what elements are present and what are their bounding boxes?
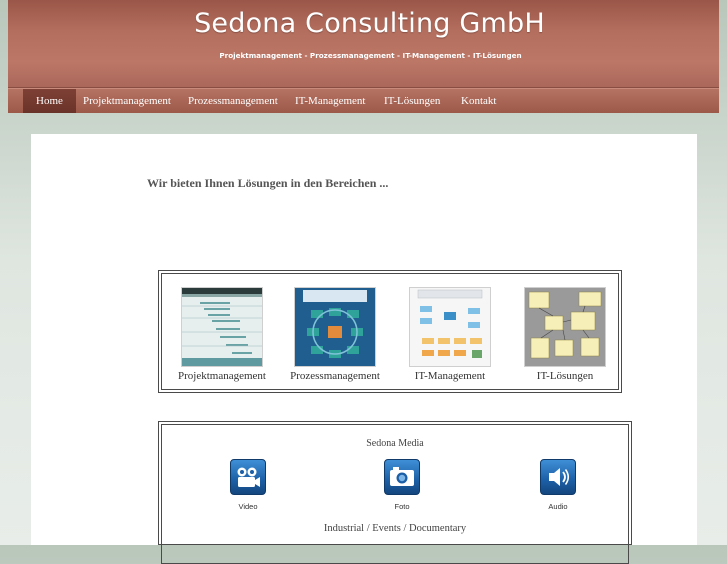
main-nav: Home Projektmanagement Prozessmanagement…: [8, 88, 719, 113]
media-title: Sedona Media: [366, 438, 424, 449]
nav-item-prozessmanagement[interactable]: Prozessmanagement: [188, 89, 278, 113]
service-prozessmanagement[interactable]: Prozessmanagement: [285, 287, 385, 382]
media-label: Video: [238, 502, 258, 511]
site-tagline: Projektmanagement - Prozessmanagement - …: [219, 51, 522, 60]
flowchart-thumbnail[interactable]: [409, 287, 491, 367]
media-audio[interactable]: Audio: [528, 459, 588, 511]
video-camera-icon[interactable]: [230, 459, 266, 495]
service-it-management[interactable]: IT-Management: [400, 287, 500, 382]
service-it-loesungen[interactable]: IT-Lösungen: [515, 287, 615, 382]
media-label: Foto: [394, 502, 410, 511]
nav-item-it-management[interactable]: IT-Management: [295, 89, 365, 113]
nav-item-home[interactable]: Home: [23, 89, 76, 113]
media-label: Audio: [548, 502, 568, 511]
service-label: IT-Management: [414, 370, 486, 382]
site-header: Sedona Consulting GmbH Projektmanagement…: [8, 0, 719, 88]
nav-item-kontakt[interactable]: Kontakt: [461, 89, 496, 113]
gantt-chart-thumbnail[interactable]: [181, 287, 263, 367]
service-projektmanagement[interactable]: Projektmanagement: [172, 287, 272, 382]
media-footer: Industrial / Events / Documentary: [323, 523, 467, 534]
nav-item-it-loesungen[interactable]: IT-Lösungen: [384, 89, 440, 113]
site-brand[interactable]: Sedona Consulting GmbH: [20, 8, 719, 39]
main-content: Wir bieten Ihnen Lösungen in den Bereich…: [31, 134, 697, 564]
media-foto[interactable]: Foto: [372, 459, 432, 511]
media-box: Sedona Media Video Foto Audio Industrial…: [158, 421, 632, 564]
service-label: Prozessmanagement: [290, 370, 380, 382]
process-diagram-thumbnail[interactable]: [294, 287, 376, 367]
speaker-icon[interactable]: [540, 459, 576, 495]
media-video[interactable]: Video: [218, 459, 278, 511]
services-box: Projektmanagement Prozessmanagement IT-M…: [158, 270, 622, 393]
service-label: IT-Lösungen: [536, 370, 594, 382]
service-label: Projektmanagement: [178, 370, 266, 382]
uml-diagram-thumbnail[interactable]: [524, 287, 606, 367]
photo-camera-icon[interactable]: [384, 459, 420, 495]
page-headline: Wir bieten Ihnen Lösungen in den Bereich…: [147, 176, 389, 190]
nav-item-projektmanagement[interactable]: Projektmanagement: [83, 89, 171, 113]
